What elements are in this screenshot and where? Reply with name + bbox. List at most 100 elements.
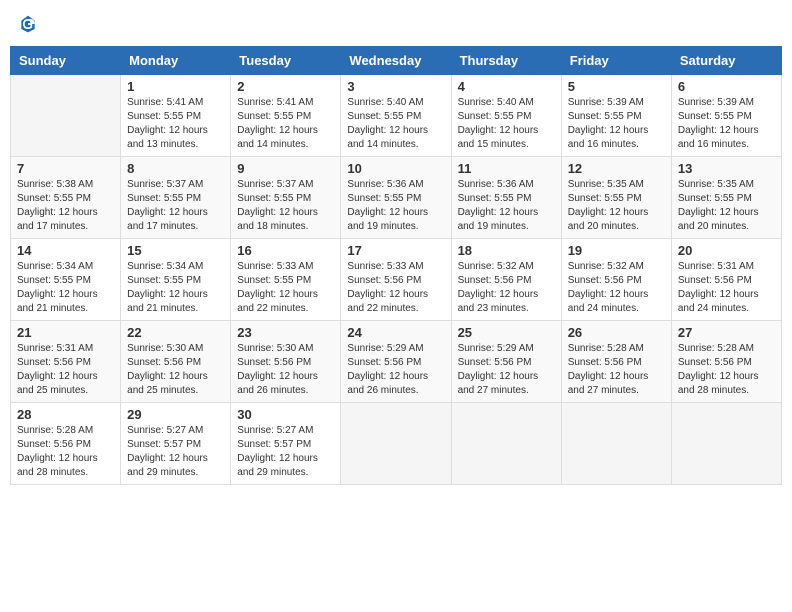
day-number: 20: [678, 243, 775, 258]
day-number: 23: [237, 325, 334, 340]
day-info: Sunrise: 5:40 AMSunset: 5:55 PMDaylight:…: [458, 96, 555, 152]
day-info: Sunrise: 5:38 AMSunset: 5:55 PMDaylight:…: [17, 178, 114, 234]
day-info: Sunrise: 5:37 AMSunset: 5:55 PMDaylight:…: [127, 178, 224, 234]
day-info: Sunrise: 5:40 AMSunset: 5:55 PMDaylight:…: [347, 96, 444, 152]
calendar-day-cell: 22 Sunrise: 5:30 AMSunset: 5:56 PMDayligh…: [121, 321, 231, 403]
calendar-day-header: Tuesday: [231, 47, 341, 75]
calendar-day-header: Monday: [121, 47, 231, 75]
day-info: Sunrise: 5:35 AMSunset: 5:55 PMDaylight:…: [568, 178, 665, 234]
calendar-day-cell: 28 Sunrise: 5:28 AMSunset: 5:56 PMDayligh…: [11, 403, 121, 485]
calendar-header-row: SundayMondayTuesdayWednesdayThursdayFrid…: [11, 47, 782, 75]
calendar-week-row: 28 Sunrise: 5:28 AMSunset: 5:56 PMDayligh…: [11, 403, 782, 485]
day-info: Sunrise: 5:33 AMSunset: 5:55 PMDaylight:…: [237, 260, 334, 316]
day-info: Sunrise: 5:32 AMSunset: 5:56 PMDaylight:…: [458, 260, 555, 316]
day-number: 17: [347, 243, 444, 258]
day-number: 7: [17, 161, 114, 176]
day-number: 8: [127, 161, 224, 176]
calendar-table: SundayMondayTuesdayWednesdayThursdayFrid…: [10, 46, 782, 485]
calendar-day-cell: [11, 75, 121, 157]
calendar-day-header: Thursday: [451, 47, 561, 75]
calendar-day-cell: 1Sunrise: 5:41 AMSunset: 5:55 PMDaylight…: [121, 75, 231, 157]
calendar-day-cell: 23Sunrise: 5:30 AMSunset: 5:56 PMDayligh…: [231, 321, 341, 403]
calendar-day-cell: 12 Sunrise: 5:35 AMSunset: 5:55 PMDayligh…: [561, 157, 671, 239]
calendar-day-cell: 5Sunrise: 5:39 AMSunset: 5:55 PMDaylight…: [561, 75, 671, 157]
day-number: 12: [568, 161, 665, 176]
day-info: Sunrise: 5:29 AMSunset: 5:56 PMDaylight:…: [458, 342, 555, 398]
day-number: 14: [17, 243, 114, 258]
day-number: 26: [568, 325, 665, 340]
day-number: 5: [568, 79, 665, 94]
calendar-week-row: 1Sunrise: 5:41 AMSunset: 5:55 PMDaylight…: [11, 75, 782, 157]
day-info: Sunrise: 5:36 AMSunset: 5:55 PMDaylight:…: [347, 178, 444, 234]
calendar-day-cell: 24 Sunrise: 5:29 AMSunset: 5:56 PMDayligh…: [341, 321, 451, 403]
calendar-day-header: Wednesday: [341, 47, 451, 75]
day-number: 25: [458, 325, 555, 340]
calendar-day-cell: 4 Sunrise: 5:40 AMSunset: 5:55 PMDaylight…: [451, 75, 561, 157]
day-info: Sunrise: 5:37 AMSunset: 5:55 PMDaylight:…: [237, 178, 334, 234]
calendar-day-cell: 2Sunrise: 5:41 AMSunset: 5:55 PMDaylight…: [231, 75, 341, 157]
calendar-day-cell: [671, 403, 781, 485]
calendar-day-cell: 17 Sunrise: 5:33 AMSunset: 5:56 PMDayligh…: [341, 239, 451, 321]
day-number: 18: [458, 243, 555, 258]
calendar-day-cell: 27Sunrise: 5:28 AMSunset: 5:56 PMDayligh…: [671, 321, 781, 403]
day-number: 16: [237, 243, 334, 258]
calendar-day-cell: 10 Sunrise: 5:36 AMSunset: 5:55 PMDayligh…: [341, 157, 451, 239]
day-number: 29: [127, 407, 224, 422]
day-number: 30: [237, 407, 334, 422]
calendar-day-cell: 16 Sunrise: 5:33 AMSunset: 5:55 PMDayligh…: [231, 239, 341, 321]
day-info: Sunrise: 5:31 AMSunset: 5:56 PMDaylight:…: [678, 260, 775, 316]
calendar-day-cell: [451, 403, 561, 485]
calendar-day-cell: 21 Sunrise: 5:31 AMSunset: 5:56 PMDayligh…: [11, 321, 121, 403]
calendar-day-cell: [561, 403, 671, 485]
calendar-day-cell: 6 Sunrise: 5:39 AMSunset: 5:55 PMDaylight…: [671, 75, 781, 157]
calendar-day-cell: 8 Sunrise: 5:37 AMSunset: 5:55 PMDaylight…: [121, 157, 231, 239]
day-number: 21: [17, 325, 114, 340]
calendar-day-cell: [341, 403, 451, 485]
day-info: Sunrise: 5:34 AMSunset: 5:55 PMDaylight:…: [17, 260, 114, 316]
calendar-day-cell: 3Sunrise: 5:40 AMSunset: 5:55 PMDaylight…: [341, 75, 451, 157]
logo: [16, 14, 38, 34]
calendar-day-cell: 7 Sunrise: 5:38 AMSunset: 5:55 PMDaylight…: [11, 157, 121, 239]
day-info: Sunrise: 5:33 AMSunset: 5:56 PMDaylight:…: [347, 260, 444, 316]
day-number: 28: [17, 407, 114, 422]
day-info: Sunrise: 5:36 AMSunset: 5:55 PMDaylight:…: [458, 178, 555, 234]
day-number: 22: [127, 325, 224, 340]
day-number: 10: [347, 161, 444, 176]
day-info: Sunrise: 5:34 AMSunset: 5:55 PMDaylight:…: [127, 260, 224, 316]
calendar-day-header: Sunday: [11, 47, 121, 75]
day-number: 4: [458, 79, 555, 94]
calendar-day-cell: 29Sunrise: 5:27 AMSunset: 5:57 PMDayligh…: [121, 403, 231, 485]
calendar-week-row: 14 Sunrise: 5:34 AMSunset: 5:55 PMDayligh…: [11, 239, 782, 321]
calendar-day-cell: 18 Sunrise: 5:32 AMSunset: 5:56 PMDayligh…: [451, 239, 561, 321]
calendar-day-cell: 9 Sunrise: 5:37 AMSunset: 5:55 PMDaylight…: [231, 157, 341, 239]
day-number: 15: [127, 243, 224, 258]
logo-icon: [18, 14, 38, 34]
day-info: Sunrise: 5:28 AMSunset: 5:56 PMDaylight:…: [678, 342, 775, 398]
day-info: Sunrise: 5:35 AMSunset: 5:55 PMDaylight:…: [678, 178, 775, 234]
day-number: 1: [127, 79, 224, 94]
day-info: Sunrise: 5:30 AMSunset: 5:56 PMDaylight:…: [127, 342, 224, 398]
calendar-day-cell: 14 Sunrise: 5:34 AMSunset: 5:55 PMDayligh…: [11, 239, 121, 321]
calendar-day-cell: 26 Sunrise: 5:28 AMSunset: 5:56 PMDayligh…: [561, 321, 671, 403]
day-number: 24: [347, 325, 444, 340]
page-header: [10, 10, 782, 38]
day-number: 2: [237, 79, 334, 94]
calendar-day-cell: 19Sunrise: 5:32 AMSunset: 5:56 PMDayligh…: [561, 239, 671, 321]
day-number: 9: [237, 161, 334, 176]
calendar-day-cell: 25 Sunrise: 5:29 AMSunset: 5:56 PMDayligh…: [451, 321, 561, 403]
calendar-day-cell: 11 Sunrise: 5:36 AMSunset: 5:55 PMDayligh…: [451, 157, 561, 239]
day-info: Sunrise: 5:29 AMSunset: 5:56 PMDaylight:…: [347, 342, 444, 398]
day-info: Sunrise: 5:32 AMSunset: 5:56 PMDaylight:…: [568, 260, 665, 316]
day-number: 6: [678, 79, 775, 94]
calendar-week-row: 21 Sunrise: 5:31 AMSunset: 5:56 PMDayligh…: [11, 321, 782, 403]
calendar-day-header: Saturday: [671, 47, 781, 75]
calendar-day-cell: 13 Sunrise: 5:35 AMSunset: 5:55 PMDayligh…: [671, 157, 781, 239]
day-number: 13: [678, 161, 775, 176]
day-info: Sunrise: 5:39 AMSunset: 5:55 PMDaylight:…: [678, 96, 775, 152]
calendar-day-cell: 30 Sunrise: 5:27 AMSunset: 5:57 PMDayligh…: [231, 403, 341, 485]
day-info: Sunrise: 5:28 AMSunset: 5:56 PMDaylight:…: [568, 342, 665, 398]
day-info: Sunrise: 5:28 AMSunset: 5:56 PMDaylight:…: [17, 424, 114, 480]
day-number: 11: [458, 161, 555, 176]
day-info: Sunrise: 5:31 AMSunset: 5:56 PMDaylight:…: [17, 342, 114, 398]
day-info: Sunrise: 5:27 AMSunset: 5:57 PMDaylight:…: [237, 424, 334, 480]
